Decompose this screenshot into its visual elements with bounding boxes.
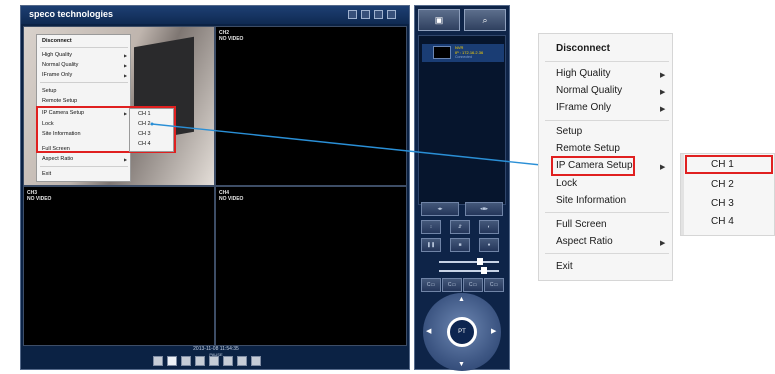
menu-item-site-information[interactable]: Site Information [556, 195, 626, 206]
highlight-box-ip-camera-setup [551, 156, 635, 176]
highlight-box-ch1 [685, 155, 773, 174]
chevron-right-icon: ▶ [660, 106, 666, 113]
menu-separator [545, 212, 669, 213]
menu-item-normal-quality[interactable]: Normal Quality [556, 85, 622, 96]
menu-separator [545, 61, 669, 62]
submenu-gutter [681, 154, 684, 235]
chevron-right-icon: ▶ [660, 164, 666, 171]
submenu-item-ch4[interactable]: CH 4 [711, 216, 734, 227]
menu-item-setup[interactable]: Setup [556, 126, 582, 137]
chevron-right-icon: ▶ [660, 72, 666, 79]
menu-item-disconnect[interactable]: Disconnect [556, 43, 610, 54]
arrow-origin [150, 122, 154, 126]
menu-item-high-quality[interactable]: High Quality [556, 68, 610, 79]
arrow-line [151, 123, 542, 166]
menu-item-full-screen[interactable]: Full Screen [556, 219, 607, 230]
menu-item-lock[interactable]: Lock [556, 178, 577, 189]
menu-item-exit[interactable]: Exit [556, 261, 573, 272]
submenu-item-ch2[interactable]: CH 2 [711, 179, 734, 190]
menu-separator [545, 120, 669, 121]
menu-item-remote-setup[interactable]: Remote Setup [556, 143, 620, 154]
chevron-right-icon: ▶ [660, 240, 666, 247]
submenu-item-ch3[interactable]: CH 3 [711, 198, 734, 209]
menu-item-aspect-ratio[interactable]: Aspect Ratio [556, 236, 613, 247]
menu-item-iframe-only[interactable]: IFrame Only [556, 102, 611, 113]
menu-separator [545, 253, 669, 254]
chevron-right-icon: ▶ [660, 89, 666, 96]
